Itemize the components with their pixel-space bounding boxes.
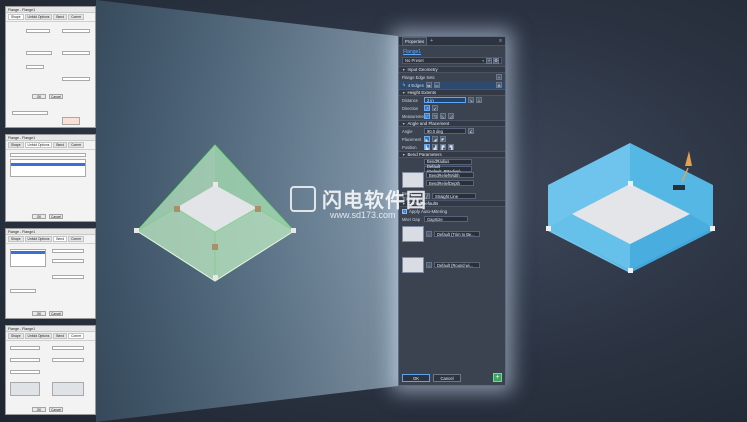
gear-icon[interactable]: ⚙ [493,57,499,64]
collapse-caret-icon: ▼ [402,67,406,72]
corner-relief-dropdown[interactable]: Default (Trim to Be... [434,231,480,237]
position-adjacent-icon[interactable]: ▛ [440,144,446,150]
direction-arrow-head[interactable] [685,151,692,166]
measure-inner-icon[interactable]: ◸ [424,113,430,119]
direction-side-1-icon[interactable]: ↗ [424,105,430,111]
section-title: Height Extents [407,90,437,95]
flange-edge-sets-row: Flange Edge Sets + [399,73,505,81]
manipulator-handle[interactable] [546,226,551,231]
add-preset-icon[interactable]: + [486,57,492,64]
measure-outer-icon[interactable]: ◹ [432,113,438,119]
bend-default-input[interactable]: Default (Default_BRadius) [424,164,472,174]
section-bend-parameters[interactable]: ▼ Bend Parameters [399,151,505,158]
placement-bend-icon[interactable]: ◤ [440,136,446,142]
miter-gap-input[interactable]: GapSize [424,216,468,222]
distance-input[interactable]: 2 in [424,97,466,103]
flip-direction-icon[interactable]: ⊥ [476,97,482,103]
corner-bend-dropdown[interactable]: Default (Round wi... [434,262,480,268]
position-label: Position [402,144,417,150]
distance-label: Distance [402,97,418,103]
feature-name-link[interactable]: Flange1 [403,49,505,55]
apply-plus-button[interactable]: + [493,373,502,382]
measure-orthogonal-icon[interactable]: ◿ [448,113,454,119]
delete-icon[interactable]: ⊗ [496,82,502,88]
placement-inside-icon[interactable]: ◣ [424,136,430,142]
section-title: Angle and Placement [407,121,450,126]
placement-outside-icon[interactable]: ◢ [432,136,438,142]
preset-value: No Preset [405,58,424,63]
cancel-button[interactable]: Cancel [433,373,461,382]
bend-transition-dropdown[interactable]: Straight Line [432,193,476,199]
position-outside-icon[interactable]: ▟ [432,144,438,150]
add-tab-icon[interactable]: + [430,38,433,44]
bend-relief-width-input[interactable]: BendReliefWidth [426,172,474,178]
manipulator-handle[interactable] [710,226,715,231]
position-tangent-icon[interactable]: ▜ [448,144,454,150]
ok-button[interactable]: OK [402,373,430,382]
angle-picker-icon[interactable]: ∠ [468,128,474,134]
watermark-url: www.sd173.com [330,210,396,220]
flange-edge-sets-label: Flange Edge Sets [402,74,435,80]
angle-input[interactable]: 90.0 deg [424,128,466,134]
bend-relief-depth-input[interactable]: BendReliefDepth [426,180,474,186]
measure-icon[interactable]: ↘ [468,97,474,103]
section-title: Bend Parameters [407,152,442,157]
width-extents-icon[interactable]: ▭ [433,82,440,88]
angle-label: Angle [402,128,413,134]
edge-set-item[interactable]: ↳ 4 Edges ⇆ ▭ ⊗ [399,81,505,89]
corner-relief-icon: ◌ [426,231,432,237]
corner-bend-icon: ◌ [426,262,432,268]
flip-icon[interactable]: ⇆ [425,82,432,88]
section-input-geometry[interactable]: ▼ Input Geometry [399,66,505,73]
section-angle-placement[interactable]: ▼ Angle and Placement [399,120,505,127]
dimension-tag [673,185,685,190]
panel-menu-icon[interactable]: ≡ [499,38,502,44]
properties-tab[interactable]: Properties [402,37,428,46]
section-height-extents[interactable]: ▼ Height Extents [399,89,505,96]
corner-bend-thumbnail [402,257,424,273]
collapse-caret-icon: ▼ [402,90,406,95]
section-title: Input Geometry [407,67,438,72]
edge-select-icon: ↳ [402,82,406,87]
collapse-caret-icon: ▼ [402,121,406,126]
direction-side-2-icon[interactable]: ↙ [432,105,438,111]
watermark-logo [290,186,316,212]
collapse-caret-icon: ▼ [402,152,406,157]
manipulator-handle[interactable] [628,268,633,273]
direction-label: Direction [402,105,419,111]
watermark-title: 闪电软件园 [322,190,427,212]
preset-dropdown[interactable]: No Preset ▾ + ⚙ [402,57,502,64]
miter-gap-label: Miter Gap [402,216,420,222]
add-edge-set-icon[interactable]: + [496,74,502,80]
corner-relief-thumbnail [402,226,424,242]
measurement-label: Measurement [402,113,428,119]
position-inside-icon[interactable]: ▙ [424,144,430,150]
chevron-down-icon: ▾ [482,58,484,63]
measure-tangent-icon[interactable]: ◺ [440,113,446,119]
manipulator-handle[interactable] [628,181,633,186]
edge-set-label: 4 Edges [407,82,424,88]
placement-label: Placement [402,136,422,142]
